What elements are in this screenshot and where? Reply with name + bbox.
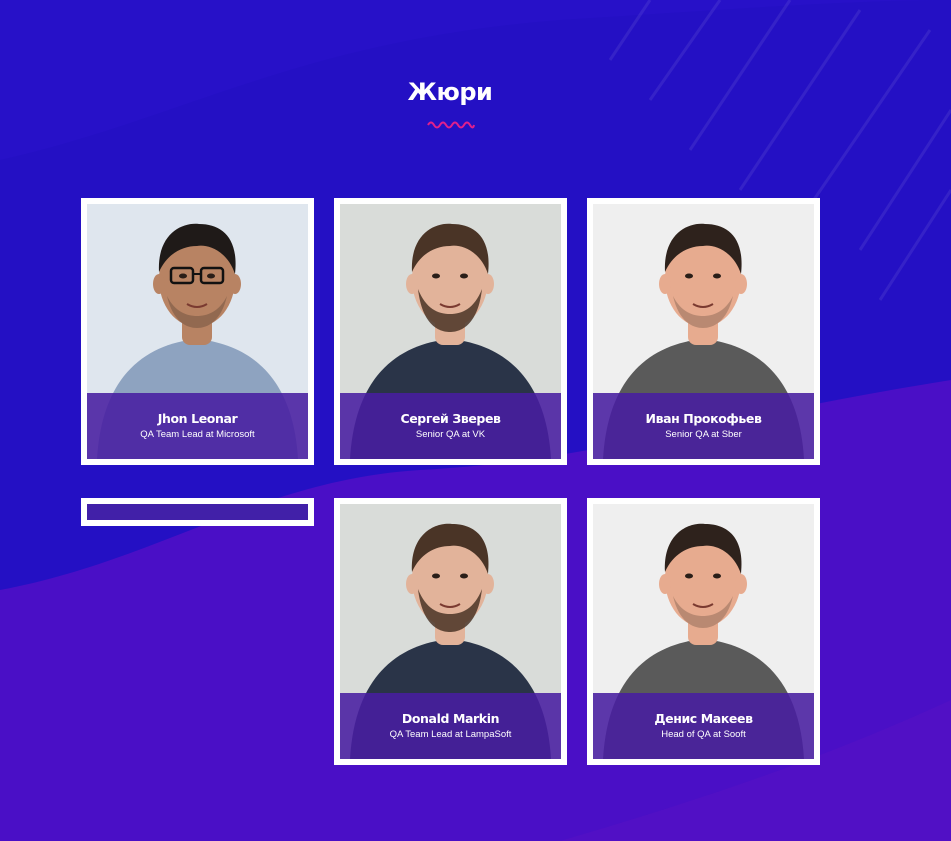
jury-role: Senior QA at Sber xyxy=(665,429,742,440)
jury-card[interactable]: Денис Макеев Head of QA at Sooft xyxy=(587,498,820,765)
jury-card[interactable]: Donald Markin QA Team Lead at LampaSoft xyxy=(334,498,567,765)
jury-caption: Денис Макеев Head of QA at Sooft xyxy=(593,693,814,759)
title-wave-decoration xyxy=(427,121,475,129)
jury-role: QA Team Lead at Microsoft xyxy=(140,429,255,440)
jury-name: Jhon Leonar xyxy=(157,411,238,426)
jury-role: Senior QA at VK xyxy=(415,429,486,440)
jury-card[interactable]: Сергей Зверев Senior QA at VK xyxy=(334,198,567,465)
jury-name: Денис Макеев xyxy=(654,711,753,726)
jury-card[interactable]: Jhon Leonar QA Team Lead at Microsoft xyxy=(81,198,314,465)
jury-caption: Иван Прокофьев Senior QA at Sber xyxy=(593,393,814,459)
jury-caption: Donald Markin QA Team Lead at LampaSoft xyxy=(340,693,561,759)
jury-caption: Сергей Зверев Senior QA at VK xyxy=(340,393,561,459)
jury-role: Head of QA at Sooft xyxy=(661,729,746,740)
jury-name: Иван Прокофьев xyxy=(645,411,762,426)
jury-card-empty xyxy=(81,498,314,526)
jury-card[interactable]: Иван Прокофьев Senior QA at Sber xyxy=(587,198,820,465)
jury-caption: Jhon Leonar QA Team Lead at Microsoft xyxy=(87,393,308,459)
jury-name: Donald Markin xyxy=(401,711,500,726)
jury-role: QA Team Lead at LampaSoft xyxy=(389,729,512,740)
section-title: Жюри xyxy=(407,78,493,106)
jury-name: Сергей Зверев xyxy=(400,411,501,426)
